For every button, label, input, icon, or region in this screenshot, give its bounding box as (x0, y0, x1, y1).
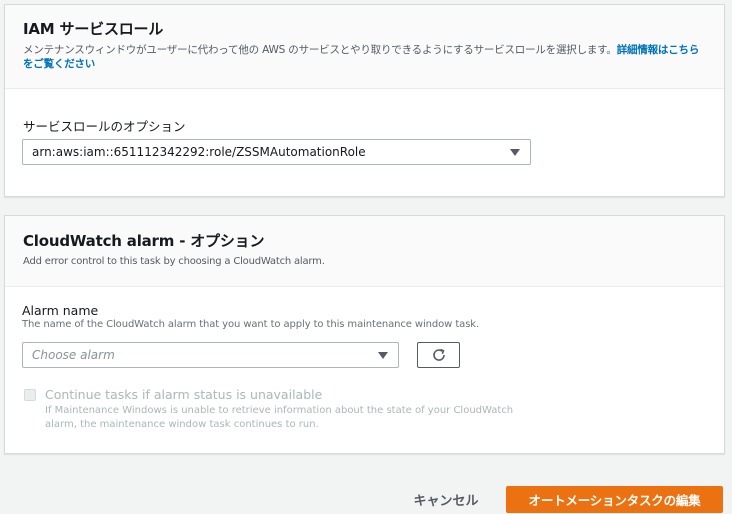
continue-tasks-checkbox[interactable] (24, 389, 36, 401)
continue-tasks-desc-line2: alarm, the maintenance window task conti… (45, 419, 319, 430)
alarm-name-description: The name of the CloudWatch alarm that yo… (22, 319, 480, 330)
continue-tasks-desc-line1: If Maintenance Windows is unable to retr… (45, 405, 514, 416)
cloudwatch-panel-header: CloudWatch alarm - オプション Add error contr… (5, 216, 724, 287)
iam-description-text: メンテナンスウィンドウがユーザーに代わって他の AWS のサービスとやり取りでき… (23, 44, 617, 56)
iam-service-role-panel: IAM サービスロール メンテナンスウィンドウがユーザーに代わって他の AWS … (4, 4, 725, 197)
iam-panel-description: メンテナンスウィンドウがユーザーに代わって他の AWS のサービスとやり取りでき… (23, 43, 706, 71)
service-role-label: サービスロールのオプション (23, 119, 186, 134)
cancel-button[interactable]: キャンセル (405, 486, 487, 512)
refresh-alarms-button[interactable] (417, 342, 460, 368)
continue-tasks-description: If Maintenance Windows is unable to retr… (45, 404, 513, 432)
alarm-select-placeholder: Choose alarm (32, 348, 115, 362)
service-role-select[interactable]: arn:aws:iam::651112342292:role/ZSSMAutom… (22, 139, 531, 165)
caret-down-icon (510, 149, 520, 156)
cloudwatch-panel-title: CloudWatch alarm - オプション (23, 232, 265, 250)
iam-panel-header: IAM サービスロール メンテナンスウィンドウがユーザーに代わって他の AWS … (5, 5, 724, 89)
refresh-icon (432, 348, 445, 361)
alarm-name-label: Alarm name (22, 303, 99, 318)
continue-tasks-label: Continue tasks if alarm status is unavai… (45, 387, 323, 402)
caret-down-icon (378, 352, 388, 359)
cloudwatch-panel-description: Add error control to this task by choosi… (23, 256, 325, 267)
cloudwatch-alarm-panel: CloudWatch alarm - オプション Add error contr… (4, 215, 725, 454)
service-role-value: arn:aws:iam::651112342292:role/ZSSMAutom… (32, 145, 366, 159)
alarm-name-select[interactable]: Choose alarm (22, 342, 399, 368)
iam-panel-title: IAM サービスロール (23, 20, 164, 38)
edit-automation-task-button[interactable]: オートメーションタスクの編集 (506, 486, 723, 513)
